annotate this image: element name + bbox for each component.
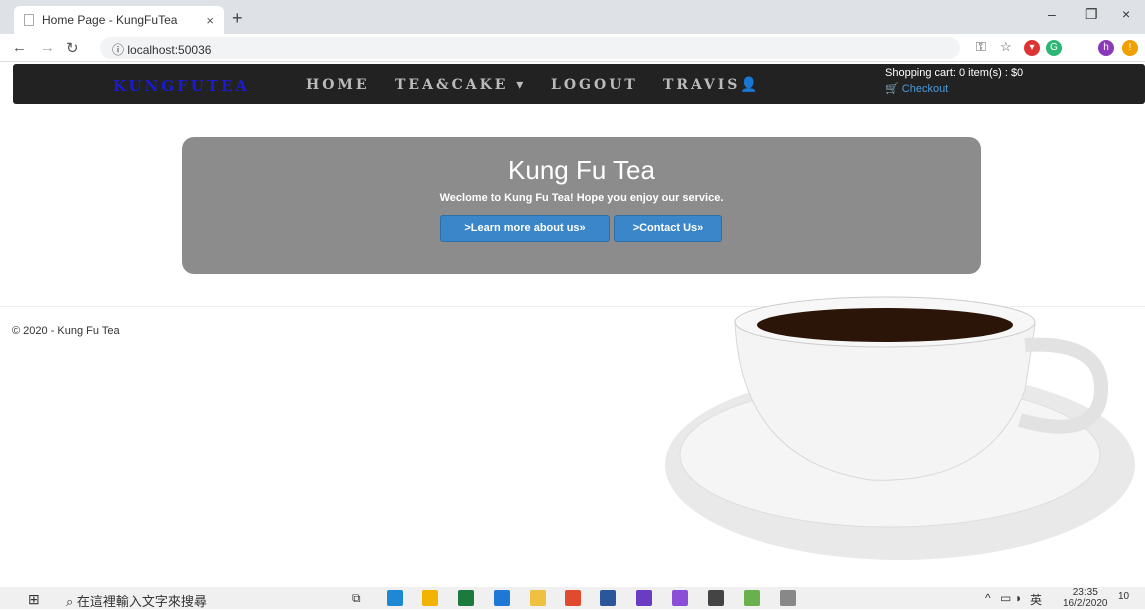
notepad-icon[interactable] [744,590,760,606]
maximize-button[interactable]: ❐ [1085,6,1098,23]
checkout-link[interactable]: 🛒 Checkout [885,82,948,95]
nav-user[interactable]: TRAVIS👤 [663,77,761,93]
new-tab-button[interactable]: + [232,8,243,29]
site-navbar: KUNGFUTEA HOME TEA&CAKE ▾ LOGOUT TRAVIS👤… [13,64,1145,104]
edge-icon[interactable] [494,590,510,606]
chrome-icon[interactable] [565,590,581,606]
clock-time: 23:35 [1072,587,1098,598]
task-view-icon[interactable]: ⧉ [352,591,361,606]
close-tab-icon[interactable]: × [206,13,214,28]
nav-tea-cake[interactable]: TEA&CAKE ▾ [395,77,526,93]
footer-copyright: © 2020 - Kung Fu Tea [12,325,120,337]
shopping-cart-summary: Shopping cart: 0 item(s) : $0 [885,67,1024,79]
page-title: Kung Fu Tea [508,155,655,185]
search-icon: ⌕ [66,594,74,609]
visual-studio-icon[interactable] [672,590,688,606]
learn-more-button[interactable]: >Learn more about us» [440,215,610,242]
l-app-icon[interactable] [387,590,403,606]
network-icon[interactable]: ▭ [1000,591,1011,605]
info-icon[interactable]: ⓘ [112,43,124,57]
profile-avatar[interactable]: h [1098,40,1114,56]
brand-logo[interactable]: KUNGFUTEA [113,77,250,95]
page-icon [24,14,34,26]
word-icon[interactable] [600,590,616,606]
volume-icon[interactable]: ◗ [1015,591,1022,605]
tray-chevron-icon[interactable]: ^ [985,591,991,605]
star-icon[interactable]: ☆ [1000,39,1012,55]
paint-icon[interactable] [780,590,796,606]
store-icon[interactable] [422,590,438,606]
alert-icon[interactable]: ! [1122,40,1138,56]
browser-tab-bar: Home Page - KungFuTea × + – ❐ × [0,0,1145,34]
file-explorer-icon[interactable] [530,590,546,606]
app-icon[interactable] [636,590,652,606]
checkout-label: Checkout [901,83,949,95]
back-icon[interactable]: ← [12,39,27,56]
url-text: localhost:50036 [127,43,212,57]
jumbotron: Kung Fu Tea Weclome to Kung Fu Tea! Hope… [182,137,981,274]
reload-icon[interactable]: ↻ [66,39,79,57]
taskbar: ⊞ ⌕ 在這裡輸入文字來搜尋 ⧉ ^ ▭ ◗ 英 23:35 16/2/2020… [0,587,1145,609]
cart-icon: 🛒 [885,83,899,95]
notifications-icon[interactable]: 10 [1118,591,1129,602]
taskbar-search[interactable]: ⌕ 在這裡輸入文字來搜尋 [66,591,207,610]
excel-icon[interactable] [458,590,474,606]
nav-home[interactable]: HOME [306,77,370,93]
contact-us-button[interactable]: >Contact Us» [614,215,722,242]
grammarly-icon[interactable]: G [1046,40,1062,56]
browser-tab[interactable]: Home Page - KungFuTea × [14,6,224,34]
tea-cup-image [665,296,1135,560]
welcome-text: Weclome to Kung Fu Tea! Hope you enjoy o… [439,192,724,204]
windows-start-icon[interactable]: ⊞ [28,591,40,608]
key-icon[interactable]: ⚿ [976,39,986,55]
pocket-icon[interactable]: ▾ [1024,40,1040,56]
address-toolbar: ← → ↻ ⓘ localhost:50036 ⚿ ☆ ▾ G h ! [0,34,1145,62]
close-window-button[interactable]: × [1122,6,1130,22]
taskbar-clock[interactable]: 23:35 16/2/2020 [1063,587,1108,609]
forward-icon[interactable]: → [40,39,55,56]
minimize-button[interactable]: – [1048,6,1056,22]
nav-logout[interactable]: LOGOUT [551,77,638,93]
search-placeholder: 在這裡輸入文字來搜尋 [76,594,207,609]
tab-title: Home Page - KungFuTea [42,13,178,27]
photos-icon[interactable] [708,590,724,606]
ime-indicator[interactable]: 英 [1030,591,1042,608]
address-field[interactable]: ⓘ localhost:50036 [100,37,960,59]
clock-date: 16/2/2020 [1063,598,1108,609]
